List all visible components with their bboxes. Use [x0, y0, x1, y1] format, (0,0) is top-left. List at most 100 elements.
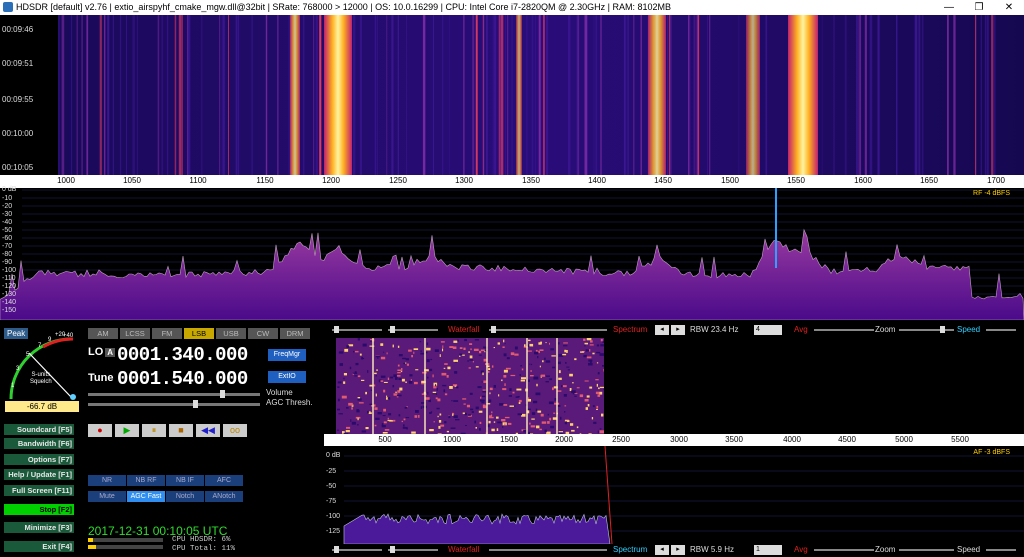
nb-rf-button[interactable]: NB RF [127, 475, 165, 486]
mode-lsb-button[interactable]: LSB [184, 328, 214, 339]
mode-lcss-button[interactable]: LCSS [120, 328, 150, 339]
pause-button[interactable]: ⏸ [142, 424, 166, 437]
rbw-right-button[interactable]: ▸ [671, 325, 685, 335]
af-waterfall-slider[interactable] [489, 549, 607, 551]
freq-tick-label: 1450 [654, 176, 672, 185]
audio-freq-tick: 3500 [725, 435, 743, 444]
main-waterfall[interactable] [58, 15, 1024, 175]
avg-slider[interactable] [814, 329, 874, 331]
rbw-select[interactable]: 4 [754, 325, 782, 335]
anotch-button[interactable]: ANotch [205, 491, 243, 502]
af-slider-2[interactable] [388, 549, 438, 551]
speed-slider[interactable] [986, 329, 1016, 331]
waterfall-time-column: 00:09:46 00:09:51 00:09:55 00:10:00 00:1… [0, 15, 58, 175]
volume-slider[interactable] [88, 390, 260, 398]
rewind-button[interactable]: ◀◀ [196, 424, 220, 437]
af-spectrum-plot [343, 445, 1024, 545]
freqmgr-button[interactable]: FreqMgr [268, 349, 306, 361]
waterfall-slider[interactable] [489, 329, 607, 331]
peak-button[interactable]: Peak [4, 328, 29, 339]
mode-am-button[interactable]: AM [88, 328, 118, 339]
agc-fast-button[interactable]: AGC Fast [127, 491, 165, 502]
stop-playback-button[interactable]: ■ [169, 424, 193, 437]
zoom-slider[interactable] [899, 329, 954, 331]
cpu-total-text: CPU Total: 11% [172, 545, 236, 553]
waterfall-slider-knob[interactable] [491, 326, 496, 333]
stop-button[interactable]: Stop [F2] [4, 504, 74, 515]
frequency-axis[interactable]: 1000 1050 1100 1150 1200 1250 1300 1350 … [0, 175, 1024, 188]
rbw-left-button[interactable]: ◂ [655, 325, 669, 335]
af-rbw-select[interactable]: 1 [754, 545, 782, 555]
lo-frequency[interactable]: 0001.340.000 [117, 344, 248, 366]
rf-spectrum[interactable] [0, 188, 1024, 321]
play-button[interactable]: ▶ [115, 424, 139, 437]
time-label: 00:10:05 [2, 163, 34, 172]
afc-button[interactable]: AFC [205, 475, 243, 486]
af-slider-1-knob[interactable] [334, 546, 339, 553]
full-screen-button[interactable]: Full Screen [F11] [4, 485, 74, 496]
mute-button[interactable]: Mute [88, 491, 126, 502]
rf-slider-1[interactable] [332, 329, 382, 331]
rf-slider-2-knob[interactable] [390, 326, 395, 333]
window-title: HDSDR [default] v2.76 | extio_airspyhf_c… [16, 2, 672, 12]
notch-button[interactable]: Notch [166, 491, 204, 502]
extio-button[interactable]: ExtIO [268, 371, 306, 383]
rf-slider-2[interactable] [388, 329, 438, 331]
rf-ylabel: -90 [2, 259, 13, 266]
audio-waterfall[interactable] [336, 338, 604, 434]
soundcard-button[interactable]: Soundcard [F5] [4, 424, 74, 435]
restore-window-button[interactable]: ❐ [964, 0, 994, 15]
options-button[interactable]: Options [F7] [4, 454, 74, 465]
minimize-window-button[interactable]: — [934, 0, 964, 15]
zoom-label: Zoom [875, 325, 896, 334]
agc-slider[interactable] [88, 400, 260, 408]
af-rbw-left-button[interactable]: ◂ [655, 545, 669, 555]
cpu-total-bar [88, 545, 163, 549]
time-label: 00:10:00 [2, 129, 34, 138]
af-level-readout: AF -3 dBFS [973, 449, 1010, 456]
close-window-button[interactable]: ✕ [994, 0, 1024, 15]
af-speed-slider[interactable] [986, 549, 1016, 551]
rf-ylabel: -50 [2, 227, 13, 234]
rf-ylabel: -30 [2, 211, 13, 218]
rf-ylabel: -100 [2, 267, 17, 274]
af-avg-slider[interactable] [814, 549, 874, 551]
zoom-slider-knob[interactable] [940, 326, 945, 333]
volume-slider-knob[interactable] [220, 390, 225, 398]
help-update-button[interactable]: Help / Update [F1] [4, 469, 74, 480]
minimize-button[interactable]: Minimize [F3] [4, 522, 74, 533]
smeter-value: -66.7 dB [5, 401, 79, 412]
audio-frequency-axis[interactable]: 500 1000 1500 2000 2500 3000 3500 4000 4… [324, 434, 1024, 446]
af-spectrum[interactable] [324, 445, 1024, 545]
af-zoom-slider[interactable] [899, 549, 954, 551]
loop-button[interactable]: oo [223, 424, 247, 437]
af-slider-1[interactable] [332, 549, 382, 551]
exit-button[interactable]: Exit [F4] [4, 541, 74, 552]
agc-slider-knob[interactable] [193, 400, 198, 408]
mode-fm-button[interactable]: FM [152, 328, 182, 339]
freq-tick-label: 1350 [522, 176, 540, 185]
mode-drm-button[interactable]: DRM [280, 328, 310, 339]
rf-ylabel: -10 [2, 195, 13, 202]
mode-cw-button[interactable]: CW [248, 328, 278, 339]
tune-frequency[interactable]: 0001.540.000 [117, 368, 248, 390]
nb-if-button[interactable]: NB IF [166, 475, 204, 486]
freq-tick-label: 1700 [987, 176, 1005, 185]
af-slider-2-knob[interactable] [390, 546, 395, 553]
af-rbw-right-button[interactable]: ▸ [671, 545, 685, 555]
mode-selector: AM LCSS FM LSB USB CW DRM [88, 328, 310, 339]
cpu-hdsdr-bar [88, 538, 163, 542]
smeter-scale: +40 [63, 333, 74, 339]
nr-button[interactable]: NR [88, 475, 126, 486]
mode-usb-button[interactable]: USB [216, 328, 246, 339]
smeter-scale: 7 [38, 343, 42, 349]
bandwidth-button[interactable]: Bandwidth [F6] [4, 438, 74, 449]
smeter-label: S-units Squelch [30, 372, 52, 385]
record-button[interactable]: ● [88, 424, 112, 437]
lo-a-button[interactable]: A [105, 347, 116, 357]
s-meter-gauge [3, 327, 81, 407]
avg-label: Avg [794, 325, 808, 334]
rf-slider-1-knob[interactable] [334, 326, 339, 333]
rf-ylabel: -110 [2, 275, 16, 282]
freq-tick-label: 1000 [57, 176, 75, 185]
